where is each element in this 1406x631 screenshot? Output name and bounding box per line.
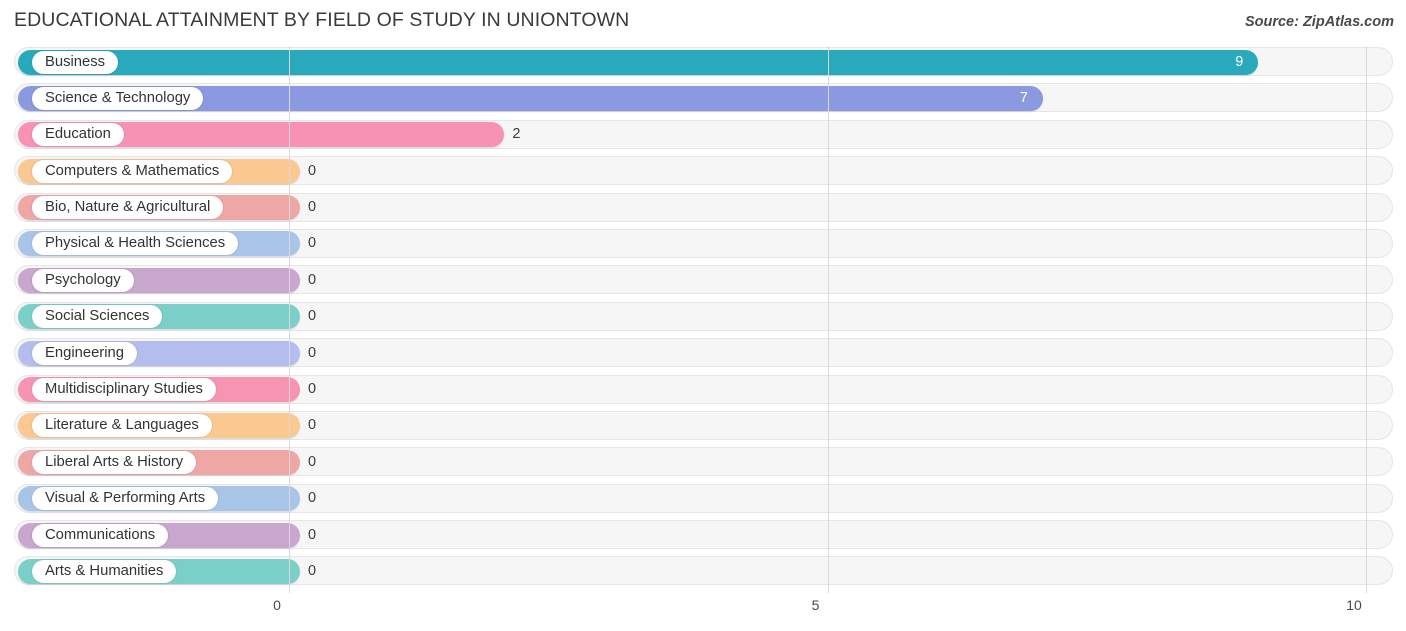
value-label: 0 bbox=[308, 417, 317, 434]
value-label: 0 bbox=[308, 271, 317, 288]
bar-row: Bio, Nature & Agricultural 0 bbox=[0, 190, 1406, 226]
bar-row: Communications 0 bbox=[0, 517, 1406, 553]
bar-row: Education 2 bbox=[0, 117, 1406, 153]
bar-row: Physical & Health Sciences 0 bbox=[0, 226, 1406, 262]
category-label: Psychology bbox=[32, 268, 134, 292]
category-label: Education bbox=[32, 123, 124, 147]
bar-row: Business 9 bbox=[0, 44, 1406, 80]
x-tick-label: 10 bbox=[1346, 597, 1362, 613]
x-tick-label: 5 bbox=[811, 597, 820, 613]
page-title: EDUCATIONAL ATTAINMENT BY FIELD OF STUDY… bbox=[14, 9, 630, 31]
category-label: Multidisciplinary Studies bbox=[32, 378, 216, 402]
bar-rows: Business 9 Science & Technology 7 Education 2… bbox=[0, 44, 1406, 590]
value-label: 0 bbox=[308, 526, 317, 543]
bar-row: Psychology 0 bbox=[0, 262, 1406, 298]
value-label: 0 bbox=[308, 562, 317, 579]
category-label: Computers & Mathematics bbox=[32, 159, 233, 183]
bar-row: Computers & Mathematics 0 bbox=[0, 153, 1406, 189]
bar-row: Social Sciences 0 bbox=[0, 299, 1406, 335]
chart-plot-area: Business 9 Science & Technology 7 Education 2… bbox=[0, 44, 1406, 593]
value-label: 0 bbox=[308, 381, 317, 398]
category-label: Social Sciences bbox=[32, 305, 163, 329]
value-label: 0 bbox=[308, 344, 317, 361]
value-label: 0 bbox=[308, 199, 317, 216]
value-bar[interactable] bbox=[18, 49, 1259, 75]
bar-row: Arts & Humanities 0 bbox=[0, 553, 1406, 589]
category-label: Visual & Performing Arts bbox=[32, 487, 219, 511]
value-label: 0 bbox=[308, 235, 317, 252]
category-label: Bio, Nature & Agricultural bbox=[32, 196, 224, 220]
value-label: 2 bbox=[512, 126, 521, 143]
category-label: Arts & Humanities bbox=[32, 559, 177, 583]
x-axis: 0 5 10 bbox=[0, 593, 1406, 631]
value-label: 7 bbox=[1019, 89, 1028, 106]
category-label: Communications bbox=[32, 523, 169, 547]
bar-row: Literature & Languages 0 bbox=[0, 408, 1406, 444]
value-label: 0 bbox=[308, 308, 317, 325]
category-label: Liberal Arts & History bbox=[32, 450, 197, 474]
category-label: Science & Technology bbox=[32, 86, 204, 110]
value-label: 0 bbox=[308, 162, 317, 179]
value-label: 9 bbox=[1235, 53, 1244, 70]
bar-row: Multidisciplinary Studies 0 bbox=[0, 372, 1406, 408]
bar-row: Science & Technology 7 bbox=[0, 80, 1406, 116]
value-label: 0 bbox=[308, 453, 317, 470]
bar-row: Liberal Arts & History 0 bbox=[0, 444, 1406, 480]
category-label: Physical & Health Sciences bbox=[32, 232, 239, 256]
category-label: Engineering bbox=[32, 341, 137, 365]
bar-row: Engineering 0 bbox=[0, 335, 1406, 371]
category-label: Business bbox=[32, 50, 119, 74]
x-tick-label: 0 bbox=[273, 597, 281, 613]
category-label: Literature & Languages bbox=[32, 414, 212, 438]
source-attribution: Source: ZipAtlas.com bbox=[1244, 14, 1394, 30]
bar-row: Visual & Performing Arts 0 bbox=[0, 481, 1406, 517]
value-label: 0 bbox=[308, 490, 317, 507]
chart-header: EDUCATIONAL ATTAINMENT BY FIELD OF STUDY… bbox=[0, 0, 1406, 44]
